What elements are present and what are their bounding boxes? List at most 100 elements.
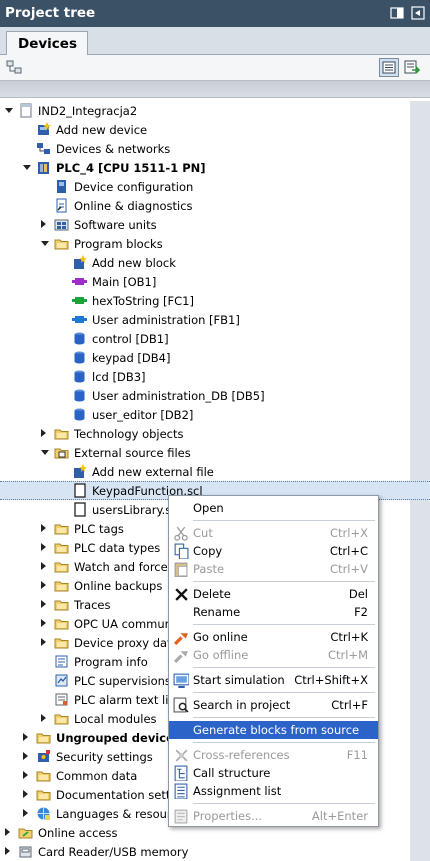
folder-icon xyxy=(54,521,69,536)
tree-item-label: Languages & resour xyxy=(56,807,172,821)
expand-arrow-icon[interactable] xyxy=(5,828,13,836)
folder-icon xyxy=(54,635,69,650)
menu-item-open[interactable]: Open xyxy=(169,499,378,517)
expand-arrow-icon[interactable] xyxy=(23,790,31,798)
collapse-arrow-icon[interactable] xyxy=(23,163,31,171)
device-tree-icon[interactable] xyxy=(6,59,23,79)
tree-item[interactable]: Add new device xyxy=(0,120,430,139)
tree-item-label: control [DB1] xyxy=(92,332,169,346)
expand-arrow-icon[interactable] xyxy=(23,752,31,760)
folder-icon xyxy=(54,426,69,441)
tree-item-label: Common data xyxy=(56,769,138,783)
tree-item-label: hexToString [FC1] xyxy=(92,294,194,308)
folder-icon xyxy=(36,768,51,783)
minimize-panel-icon[interactable] xyxy=(411,6,425,20)
menu-item-label: Start simulation xyxy=(193,673,285,687)
expand-arrow-icon[interactable] xyxy=(41,619,49,627)
tree-item-label: Local modules xyxy=(74,712,157,726)
menu-item-search-in-project[interactable]: Search in project Ctrl+F xyxy=(169,696,378,714)
tree-item[interactable]: External source files xyxy=(0,443,430,462)
tree-item-label: Security settings xyxy=(56,750,153,764)
tree-item[interactable]: control [DB1] xyxy=(0,329,430,348)
tree-item-label: User administration_DB [DB5] xyxy=(92,389,265,403)
expand-arrow-icon[interactable] xyxy=(41,562,49,570)
menu-item-go-online[interactable]: Go online Ctrl+K xyxy=(169,628,378,646)
menu-separator xyxy=(193,624,375,625)
menu-item-generate-blocks-from-source[interactable]: Generate blocks from source xyxy=(169,721,378,739)
tree-item[interactable]: keypad [DB4] xyxy=(0,348,430,367)
menu-item-shortcut: Alt+Enter xyxy=(311,809,368,823)
menu-item-assignment-list[interactable]: Assignment list xyxy=(169,782,378,800)
tree-item-label: Devices & networks xyxy=(56,142,171,156)
tree-item[interactable]: Software units xyxy=(0,215,430,234)
tree-item[interactable]: IND2_Integracja2 xyxy=(0,101,430,120)
tree-item-label: Device proxy data xyxy=(74,636,179,650)
tree-item-label: Card Reader/USB memory xyxy=(38,845,189,859)
tree-item-label: lcd [DB3] xyxy=(92,370,146,384)
tree-item[interactable]: hexToString [FC1] xyxy=(0,291,430,310)
tree-item[interactable]: user_editor [DB2] xyxy=(0,405,430,424)
list-view-icon[interactable] xyxy=(379,58,399,77)
db-icon xyxy=(72,407,87,422)
tree-item[interactable]: Add new external file xyxy=(0,462,430,481)
menu-item-start-simulation[interactable]: Start simulation Ctrl+Shift+X xyxy=(169,671,378,689)
folder-icon xyxy=(54,597,69,612)
menu-item-shortcut: Ctrl+F xyxy=(331,698,368,712)
expand-arrow-icon[interactable] xyxy=(23,733,31,741)
menu-item-label: Go offline xyxy=(193,648,249,662)
tree-item[interactable]: User administration [FB1] xyxy=(0,310,430,329)
menu-item-cross-references[interactable]: Cross-references F11 xyxy=(169,746,378,764)
menu-item-label: Rename xyxy=(193,605,241,619)
tree-item-label: Online access xyxy=(38,826,118,840)
tree-item[interactable]: PLC_4 [CPU 1511-1 PN] xyxy=(0,158,430,177)
tree-item[interactable]: Online & diagnostics xyxy=(0,196,430,215)
expand-arrow-icon[interactable] xyxy=(41,600,49,608)
menu-item-label: Generate blocks from source xyxy=(193,723,360,737)
tree-item[interactable]: Devices & networks xyxy=(0,139,430,158)
fc-icon xyxy=(72,293,87,308)
tree-item[interactable]: Technology objects xyxy=(0,424,430,443)
supervision-icon xyxy=(54,673,69,688)
tree-item[interactable]: lcd [DB3] xyxy=(0,367,430,386)
expand-arrow-icon[interactable] xyxy=(5,847,13,855)
tree-item-label: Add new external file xyxy=(92,465,214,479)
menu-item-cut[interactable]: Cut Ctrl+X xyxy=(169,524,378,542)
expand-arrow-icon[interactable] xyxy=(41,581,49,589)
tree-item[interactable]: Device configuration xyxy=(0,177,430,196)
export-view-icon[interactable] xyxy=(403,59,421,79)
collapse-arrow-icon[interactable] xyxy=(41,448,49,456)
tree-item[interactable]: Main [OB1] xyxy=(0,272,430,291)
menu-item-copy[interactable]: Copy Ctrl+C xyxy=(169,542,378,560)
tree-item[interactable]: User administration_DB [DB5] xyxy=(0,386,430,405)
menu-item-go-offline[interactable]: Go offline Ctrl+M xyxy=(169,646,378,664)
expand-arrow-icon[interactable] xyxy=(41,543,49,551)
plc-icon xyxy=(36,160,51,175)
menu-item-call-structure[interactable]: Call structure xyxy=(169,764,378,782)
menu-item-properties[interactable]: Properties... Alt+Enter xyxy=(169,807,378,825)
menu-item-label: Cut xyxy=(193,526,213,540)
file-icon xyxy=(72,502,87,517)
tree-item-label: OPC UA commun xyxy=(74,617,172,631)
tree-item[interactable]: Program blocks xyxy=(0,234,430,253)
expand-arrow-icon[interactable] xyxy=(41,220,49,228)
paste-icon xyxy=(173,561,189,578)
menu-item-shortcut: Del xyxy=(348,587,368,601)
tree-item[interactable]: Add new block xyxy=(0,253,430,272)
menu-item-paste[interactable]: Paste Ctrl+V xyxy=(169,560,378,578)
tab-devices[interactable]: Devices xyxy=(6,31,88,56)
expand-arrow-icon[interactable] xyxy=(23,809,31,817)
menu-item-label: Search in project xyxy=(193,698,291,712)
collapse-arrow-icon[interactable] xyxy=(5,106,13,114)
expand-arrow-icon[interactable] xyxy=(41,429,49,437)
expand-arrow-icon[interactable] xyxy=(41,524,49,532)
collapse-arrow-icon[interactable] xyxy=(41,239,49,247)
window-layout-icon[interactable] xyxy=(390,6,404,20)
expand-arrow-icon[interactable] xyxy=(41,714,49,722)
expand-arrow-icon[interactable] xyxy=(41,638,49,646)
expand-arrow-icon[interactable] xyxy=(23,771,31,779)
alarm-text-icon xyxy=(54,692,69,707)
tree-item[interactable]: Card Reader/USB memory xyxy=(0,842,430,861)
menu-item-delete[interactable]: Delete Del xyxy=(169,585,378,603)
languages-icon xyxy=(36,806,51,821)
menu-item-rename[interactable]: Rename F2 xyxy=(169,603,378,621)
